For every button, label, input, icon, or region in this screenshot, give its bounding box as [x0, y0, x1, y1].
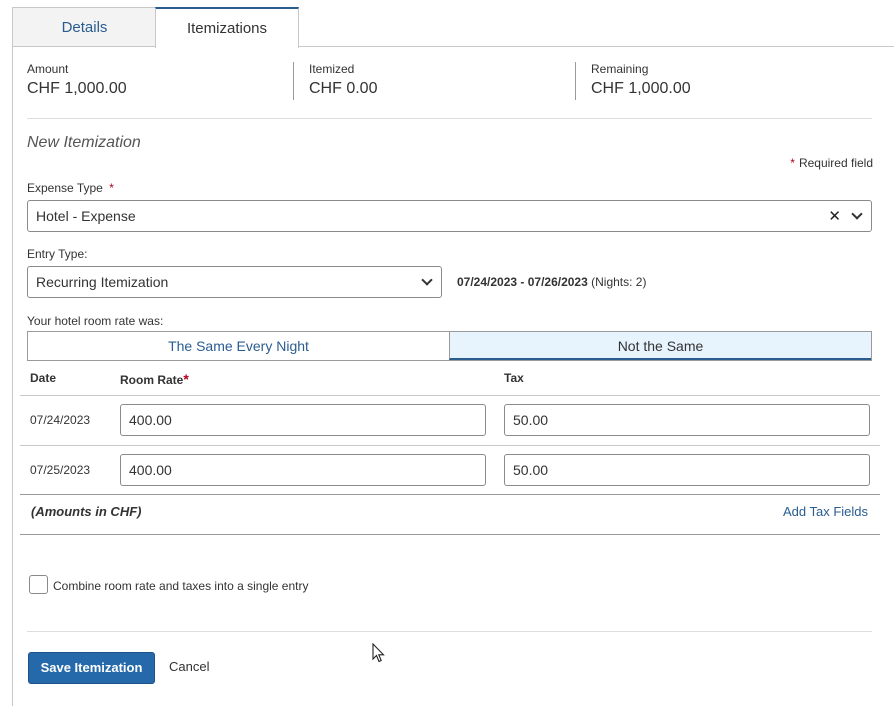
- mouse-cursor-icon: [372, 643, 385, 663]
- amount-label: Amount: [27, 62, 69, 76]
- nights-count: (Nights: 2): [591, 275, 647, 289]
- amount-value: CHF 1,000.00: [27, 80, 127, 97]
- expense-type-label: Expense Type *: [27, 181, 118, 195]
- divider: [27, 631, 872, 632]
- save-itemization-button[interactable]: Save Itemization: [28, 652, 155, 684]
- divider: [20, 395, 880, 396]
- tax-input[interactable]: 50.00: [504, 404, 870, 436]
- add-tax-fields-link[interactable]: Add Tax Fields: [783, 504, 868, 519]
- room-rate-header-text: Room Rate: [120, 373, 184, 387]
- required-star: *: [790, 156, 795, 170]
- entry-type-label: Entry Type:: [27, 247, 88, 261]
- summary-amount: Amount CHF 1,000.00: [27, 62, 127, 98]
- expense-type-label-text: Expense Type: [27, 181, 103, 195]
- option-same-every-night[interactable]: The Same Every Night: [28, 332, 449, 360]
- entry-type-select[interactable]: Recurring Itemization: [27, 266, 442, 298]
- section-title: New Itemization: [27, 134, 141, 151]
- chevron-down-icon: [421, 274, 433, 286]
- column-header-date: Date: [30, 371, 57, 385]
- required-note: * Required field: [790, 156, 873, 170]
- date-range-text: 07/24/2023 - 07/26/2023: [457, 275, 588, 289]
- remaining-label: Remaining: [591, 62, 649, 76]
- amounts-currency-note: (Amounts in CHF): [31, 504, 142, 519]
- chevron-down-icon: [851, 208, 863, 220]
- summary-divider: [293, 62, 294, 100]
- itemized-label: Itemized: [309, 62, 355, 76]
- column-header-room-rate: Room Rate*: [120, 371, 189, 387]
- itemized-value: CHF 0.00: [309, 80, 378, 97]
- divider: [27, 118, 872, 119]
- combine-checkbox-label: Combine room rate and taxes into a singl…: [53, 579, 309, 593]
- row-date: 07/25/2023: [30, 463, 91, 477]
- clear-icon[interactable]: ✕: [828, 207, 841, 225]
- divider: [20, 445, 880, 446]
- remaining-value: CHF 1,000.00: [591, 80, 691, 97]
- summary-divider: [575, 62, 576, 100]
- room-rate-input[interactable]: 400.00: [120, 454, 486, 486]
- option-not-the-same[interactable]: Not the Same: [449, 332, 871, 360]
- required-star: *: [109, 181, 114, 195]
- tab-bar: Details Itemizations: [12, 7, 312, 48]
- column-header-tax: Tax: [504, 371, 524, 385]
- required-star: *: [183, 371, 189, 387]
- expense-type-select[interactable]: Hotel - Expense ✕: [27, 200, 872, 232]
- tab-details[interactable]: Details: [12, 7, 156, 47]
- required-note-text: Required field: [798, 156, 873, 170]
- room-rate-question: Your hotel room rate was:: [27, 314, 164, 328]
- divider: [20, 494, 880, 495]
- row-date: 07/24/2023: [30, 413, 91, 427]
- combine-checkbox[interactable]: [29, 575, 48, 594]
- divider: [20, 534, 880, 535]
- room-rate-toggle: The Same Every Night Not the Same: [27, 331, 872, 361]
- tax-input[interactable]: 50.00: [504, 454, 870, 486]
- cancel-button[interactable]: Cancel: [169, 659, 209, 674]
- room-rate-input[interactable]: 400.00: [120, 404, 486, 436]
- tab-itemizations[interactable]: Itemizations: [155, 7, 299, 48]
- expense-type-value: Hotel - Expense: [36, 208, 136, 224]
- summary-itemized: Itemized CHF 0.00: [309, 62, 377, 98]
- stay-date-range: 07/24/2023 - 07/26/2023 (Nights: 2): [457, 275, 646, 289]
- summary-remaining: Remaining CHF 1,000.00: [591, 62, 691, 98]
- entry-type-value: Recurring Itemization: [36, 274, 169, 290]
